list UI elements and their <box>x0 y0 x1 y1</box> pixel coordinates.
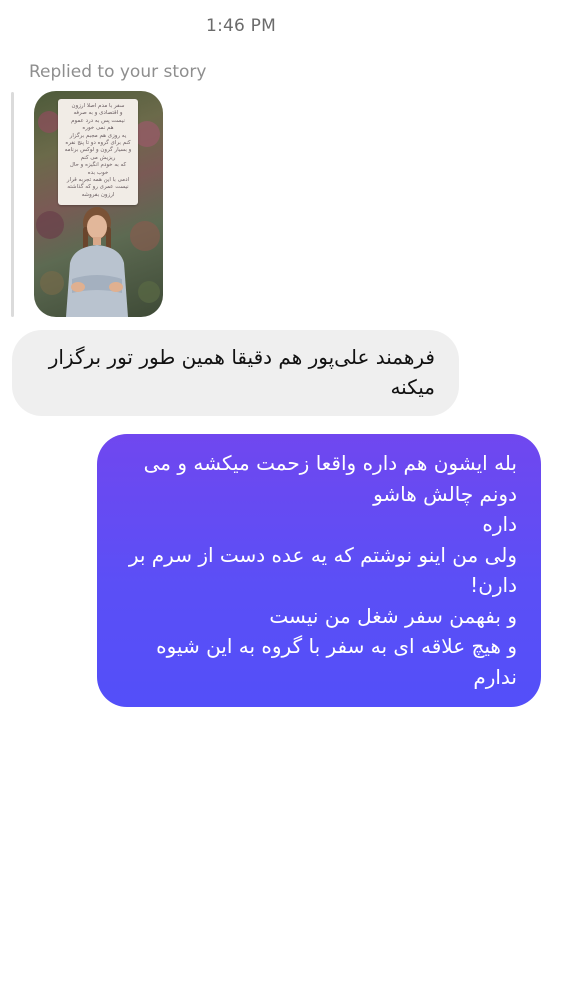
replied-to-story-label: Replied to your story <box>29 62 207 82</box>
story-note-line: ارزون بفروشه <box>81 191 115 198</box>
dm-conversation: 1:46 PM Replied to your story سفر با مدم… <box>0 0 563 1000</box>
outgoing-message-bubble[interactable]: بله ایشون هم داره واقعا زحمت میکشه و می … <box>97 434 541 707</box>
story-note-line: خوب بده <box>87 169 109 176</box>
story-note-line: که به خودم انگیزه و حال <box>69 162 127 169</box>
outgoing-message-line: و هیچ علاقه ای به سفر با گروه به این شیو… <box>156 634 517 689</box>
story-text-note: سفر با مدم اصلا ارزون و اقتصادی و به صرف… <box>58 99 138 205</box>
reply-quote-bar <box>11 92 14 317</box>
story-person-photo <box>66 207 128 317</box>
outgoing-message-line: ولی من اینو نوشتم که یه عده دست از سرم ب… <box>128 542 517 598</box>
story-note-line: یه روزی هم مجبم برگزار <box>69 132 127 139</box>
story-note-line: و بسیار گرون و لوکس برنامه <box>64 147 132 154</box>
outgoing-message-line: بله ایشون هم داره واقعا زحمت میکشه و می … <box>143 451 517 506</box>
story-note-line: هم نمی خوره <box>82 125 114 132</box>
outgoing-message-line: داره <box>482 512 517 536</box>
story-note-line: نیست عمری رو که گذاشته <box>67 184 129 191</box>
incoming-message-bubble[interactable]: فرهمند علی‌پور هم دقیقا همین طور تور برگ… <box>12 330 459 416</box>
message-timestamp: 1:46 PM <box>206 16 276 36</box>
story-note-line: و اقتصادی و به صرفه <box>73 110 123 117</box>
story-thumbnail[interactable]: سفر با مدم اصلا ارزون و اقتصادی و به صرف… <box>34 91 163 317</box>
story-note-line: نیست پس به درد عموم <box>71 117 125 124</box>
outgoing-message-line: و بفهمن سفر شغل من نیست <box>269 603 517 628</box>
incoming-message-text: فرهمند علی‌پور هم دقیقا همین طور تور برگ… <box>48 345 435 399</box>
flower-decoration <box>38 111 60 133</box>
flower-decoration <box>138 281 160 303</box>
story-note-line: سفر با مدم اصلا ارزون <box>71 103 125 109</box>
